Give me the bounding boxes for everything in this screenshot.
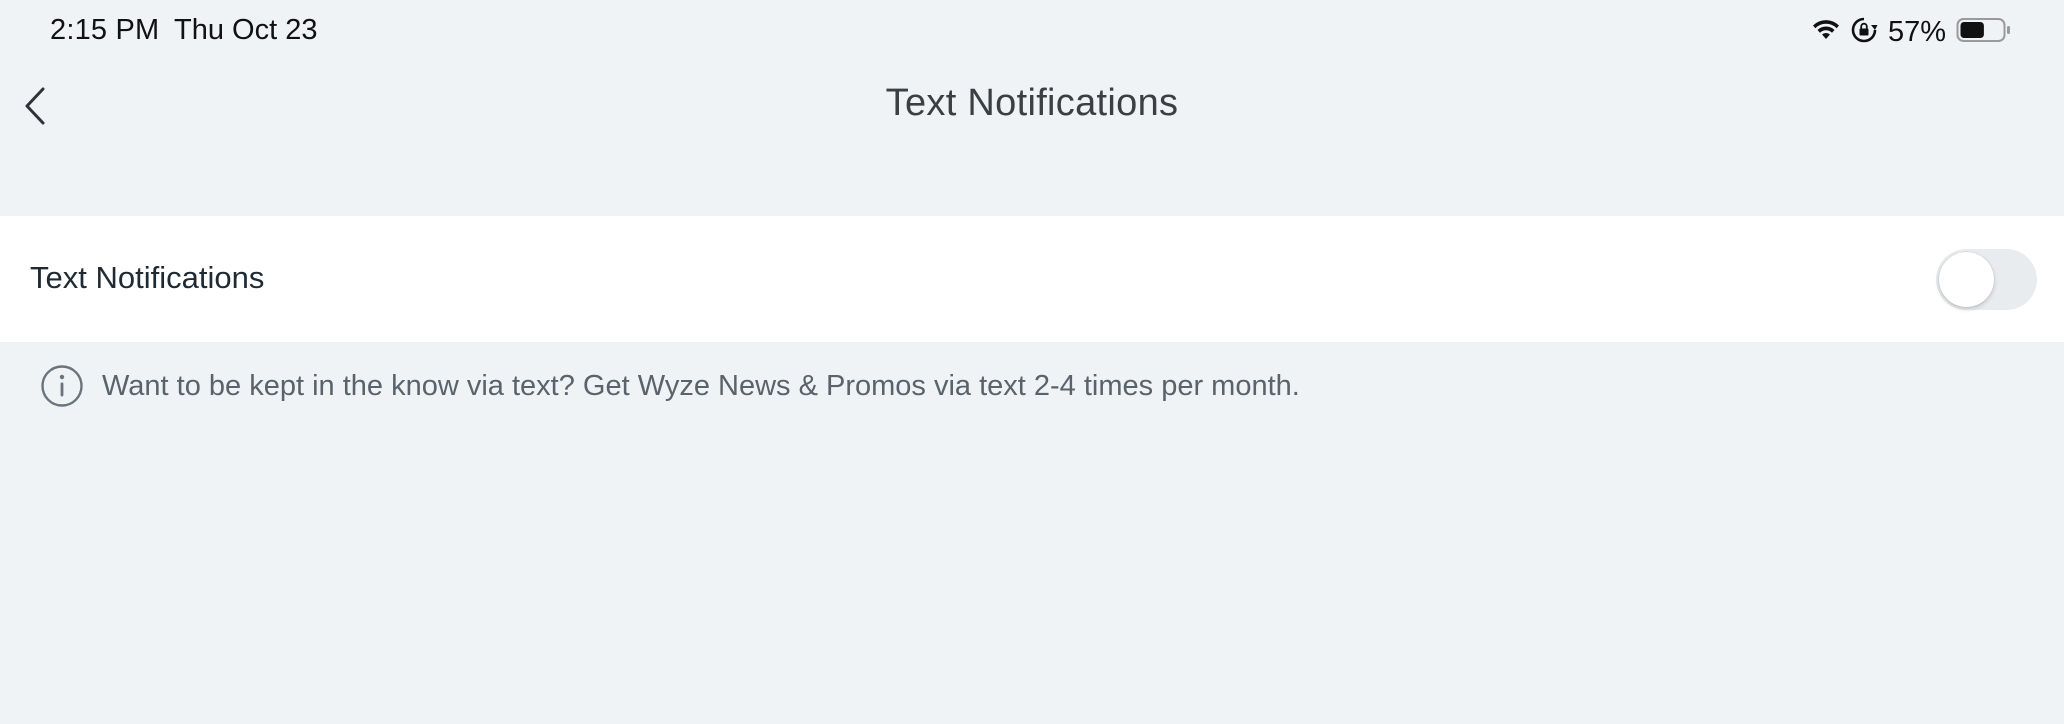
- status-time: 2:15 PM: [50, 14, 160, 46]
- nav-bar: Text Notifications: [0, 64, 2064, 152]
- toggle-knob: [1939, 252, 1994, 307]
- page-title: Text Notifications: [885, 82, 1179, 124]
- text-notifications-toggle[interactable]: [1936, 249, 2037, 310]
- battery-percent: 57%: [1887, 15, 1946, 48]
- screen: 2:15 PM Thu Oct 23 57% Text Notification…: [0, 0, 2064, 724]
- status-icons: 57%: [1812, 14, 2012, 50]
- info-note: Want to be kept in the know via text? Ge…: [40, 362, 1300, 410]
- text-notifications-label: Text Notifications: [30, 260, 265, 295]
- status-bar: 2:15 PM Thu Oct 23 57%: [0, 0, 2064, 64]
- text-notifications-row: Text Notifications: [0, 216, 2064, 342]
- battery-icon: [1956, 16, 2012, 49]
- orientation-lock-icon: [1850, 16, 1878, 49]
- wifi-icon: [1812, 19, 1840, 46]
- status-date: Thu Oct 23: [174, 14, 318, 46]
- info-icon: [40, 364, 84, 408]
- info-text: Want to be kept in the know via text? Ge…: [102, 369, 1300, 402]
